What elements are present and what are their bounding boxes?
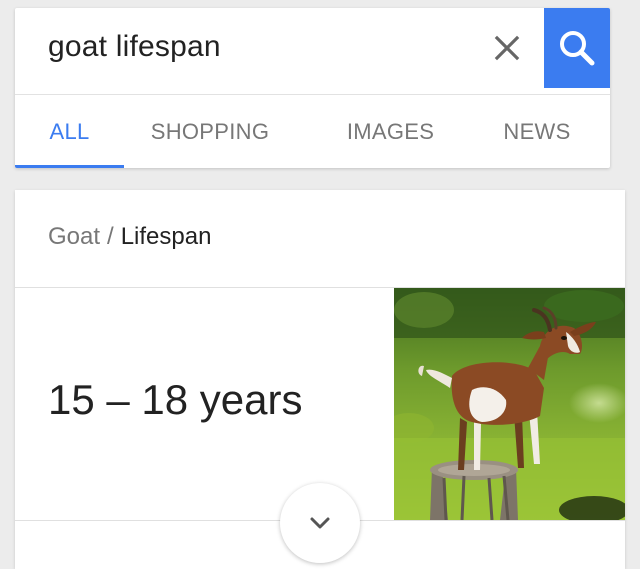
chevron-down-icon <box>310 517 330 529</box>
breadcrumb-parent[interactable]: Goat <box>48 223 100 250</box>
answer-card: Goat / Lifespan 15 – 18 years <box>15 190 625 569</box>
clear-search-button[interactable] <box>485 26 529 70</box>
breadcrumb-current: Lifespan <box>120 223 212 250</box>
search-button[interactable] <box>544 8 610 88</box>
close-icon <box>494 35 520 61</box>
active-tab-indicator <box>15 165 124 168</box>
expand-button[interactable] <box>280 483 360 563</box>
search-icon <box>560 31 595 66</box>
answer-value: 15 – 18 years <box>48 376 303 423</box>
tab-shopping[interactable]: SHOPPING <box>136 95 284 168</box>
breadcrumb-separator: / <box>107 223 114 250</box>
tab-news[interactable]: NEWS <box>490 95 584 168</box>
search-card: goat lifespan ALL SHOPPING IMAGES NEWS <box>15 8 610 168</box>
tab-images[interactable]: IMAGES <box>328 95 453 168</box>
goat-image[interactable] <box>394 288 625 520</box>
search-input[interactable]: goat lifespan <box>48 30 221 64</box>
breadcrumb: Goat / Lifespan <box>48 223 211 251</box>
search-tabs: ALL SHOPPING IMAGES NEWS <box>15 94 610 168</box>
tab-all[interactable]: ALL <box>15 95 124 168</box>
search-bar: goat lifespan <box>15 8 610 88</box>
